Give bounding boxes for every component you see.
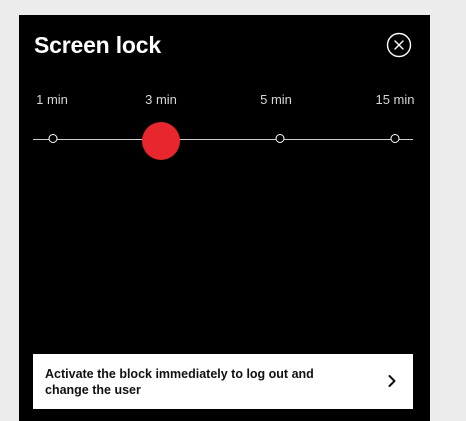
slider-label-5-min: 5 min — [260, 92, 292, 107]
slider-thumb[interactable] — [142, 122, 180, 160]
close-circle-icon — [386, 32, 412, 58]
activate-block-button[interactable]: Activate the block immediately to log ou… — [33, 354, 413, 409]
slider-stop-15-min[interactable] — [390, 134, 400, 143]
slider-label-1-min: 1 min — [36, 92, 68, 107]
activate-block-label: Activate the block immediately to log ou… — [45, 367, 314, 397]
screen-lock-panel: Screen lock 1 min 3 min 5 min 15 min Act… — [19, 15, 430, 421]
slider-track[interactable] — [33, 139, 413, 140]
slider-stop-1-min[interactable] — [48, 134, 58, 143]
slider-label-15-min: 15 min — [375, 92, 415, 107]
chevron-right-icon — [388, 375, 396, 387]
slider-stop-5-min[interactable] — [275, 134, 285, 143]
page-title: Screen lock — [34, 32, 161, 58]
close-button[interactable] — [386, 32, 412, 58]
slider-label-3-min: 3 min — [145, 92, 177, 107]
